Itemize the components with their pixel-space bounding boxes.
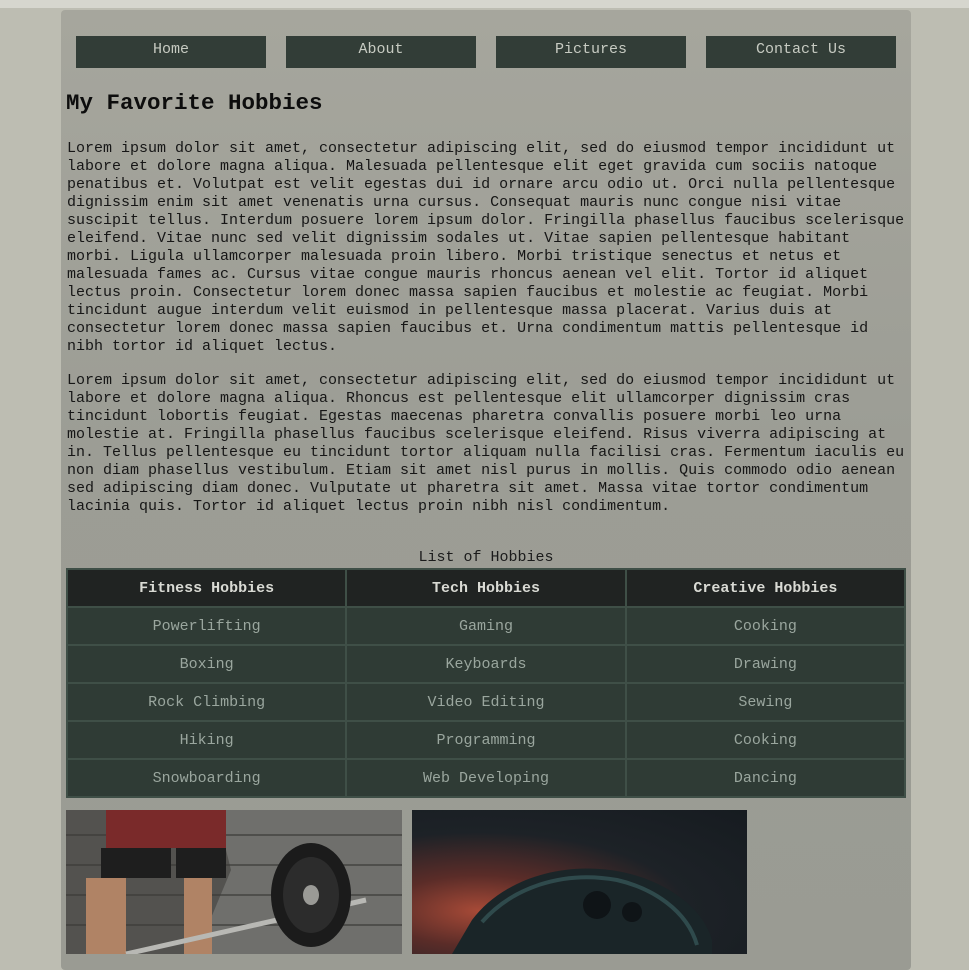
table-cell: Programming	[345, 720, 627, 760]
table-cell: Rock Climbing	[65, 682, 348, 722]
hobbies-table: Fitness Hobbies Tech Hobbies Creative Ho…	[65, 568, 907, 798]
table-cell: Cooking	[624, 606, 907, 646]
powerlifting-photo-art	[66, 810, 367, 954]
powerlifting-photo	[66, 810, 402, 954]
table-cell: Dancing	[624, 758, 907, 798]
table-cell: Cooking	[624, 720, 907, 760]
table-caption: List of Hobbies	[418, 549, 554, 566]
nav-pictures-button[interactable]: Pictures	[496, 36, 686, 68]
paragraph-2: Lorem ipsum dolor sit amet, consectetur …	[67, 372, 905, 515]
table-cell: Boxing	[65, 644, 348, 684]
gaming-photo	[412, 810, 747, 954]
table-cell: Web Developing	[345, 758, 627, 798]
header-creative: Creative Hobbies	[624, 568, 907, 608]
table-header-row: Fitness Hobbies Tech Hobbies Creative Ho…	[65, 568, 907, 608]
table-row: Rock Climbing Video Editing Sewing	[65, 682, 907, 722]
header-tech: Tech Hobbies	[345, 568, 627, 608]
table-row: Boxing Keyboards Drawing	[65, 644, 907, 684]
table-cell: Hiking	[65, 720, 348, 760]
table-cell: Gaming	[345, 606, 627, 646]
table-cell: Keyboards	[345, 644, 627, 684]
table-row: Snowboarding Web Developing Dancing	[65, 758, 907, 798]
paragraph-1: Lorem ipsum dolor sit amet, consectetur …	[67, 140, 905, 355]
table-cell: Video Editing	[345, 682, 627, 722]
gaming-photo-art	[452, 868, 712, 954]
table-cell: Drawing	[624, 644, 907, 684]
table-cell: Snowboarding	[65, 758, 348, 798]
table-cell: Sewing	[624, 682, 907, 722]
nav-about-button[interactable]: About	[286, 36, 476, 68]
table-row: Powerlifting Gaming Cooking	[65, 606, 907, 646]
top-strip	[0, 0, 969, 8]
page-title: My Favorite Hobbies	[66, 90, 323, 116]
page-container: Home About Pictures Contact Us My Favori…	[61, 10, 911, 970]
nav-bar: Home About Pictures Contact Us	[76, 36, 896, 68]
nav-contact-button[interactable]: Contact Us	[706, 36, 896, 68]
nav-home-button[interactable]: Home	[76, 36, 266, 68]
table-cell: Powerlifting	[65, 606, 348, 646]
table-row: Hiking Programming Cooking	[65, 720, 907, 760]
header-fitness: Fitness Hobbies	[65, 568, 348, 608]
